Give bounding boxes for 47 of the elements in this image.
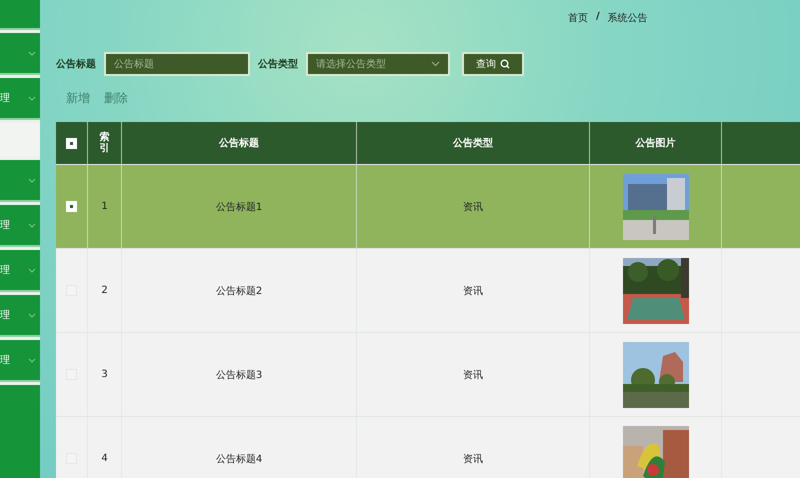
chevron-down-icon: [28, 358, 36, 362]
table-cell: 1: [101, 201, 108, 212]
title-input-field[interactable]: 公告标题: [104, 52, 250, 76]
breadcrumb-current: 系统公告: [608, 12, 648, 25]
chevron-down-icon: [28, 50, 36, 56]
sidebar-item[interactable]: [0, 33, 40, 75]
chevron-down-icon: [28, 222, 36, 228]
search-icon: [500, 59, 510, 69]
table-cell-text: 资讯: [463, 200, 483, 214]
column-header: 公告标题: [219, 136, 259, 150]
field-label: 公告标题: [56, 58, 96, 71]
field-label: 公告类型: [258, 58, 298, 71]
table-row[interactable]: 4 公告标题4 资讯: [56, 417, 800, 478]
sidebar-item[interactable]: 理: [0, 250, 40, 292]
sidebar-item[interactable]: 理: [0, 340, 40, 382]
table-cell-text: 公告标题4: [216, 452, 262, 466]
action-button[interactable]: 删除: [104, 90, 128, 107]
chevron-down-icon: [28, 96, 36, 100]
table-cell-text: 资讯: [463, 368, 483, 382]
sidebar-item[interactable]: [0, 0, 40, 30]
sidebar-item[interactable]: 理: [0, 78, 40, 120]
table-cell: 3: [101, 369, 108, 380]
chevron-down-icon: [28, 268, 36, 272]
table-cell-text: 公告标题3: [216, 368, 262, 382]
sidebar-item[interactable]: 理: [0, 205, 40, 247]
table-cell-text: 公告标题2: [216, 284, 262, 298]
table-cell-text: 公告标题1: [216, 200, 262, 214]
table-row[interactable]: 3 公告标题3 资讯: [56, 333, 800, 417]
table-row[interactable]: 1 公告标题1 资讯: [56, 165, 800, 249]
table-cell-text: 资讯: [463, 284, 483, 298]
breadcrumb-link[interactable]: 首页: [568, 11, 588, 25]
chevron-down-icon: [431, 61, 440, 67]
table-row[interactable]: 2 公告标题2 资讯: [56, 249, 800, 333]
table-cell: 2: [101, 285, 108, 296]
chevron-down-icon: [28, 312, 36, 318]
table-cell: 4: [101, 453, 108, 464]
table-cell-text: 资讯: [463, 452, 483, 466]
column-header: 索引: [100, 132, 110, 154]
type-dropdown[interactable]: 请选择公告类型: [306, 52, 450, 76]
sidebar-item[interactable]: [0, 160, 40, 202]
chevron-down-icon: [28, 178, 36, 182]
column-header: 公告类型: [453, 136, 493, 150]
search-button[interactable]: 查询: [462, 52, 524, 76]
sidebar-item[interactable]: 理: [0, 295, 40, 337]
column-header: 公告图片: [636, 136, 676, 150]
breadcrumb-separator: /: [596, 11, 600, 24]
action-button[interactable]: 新增: [66, 90, 90, 107]
